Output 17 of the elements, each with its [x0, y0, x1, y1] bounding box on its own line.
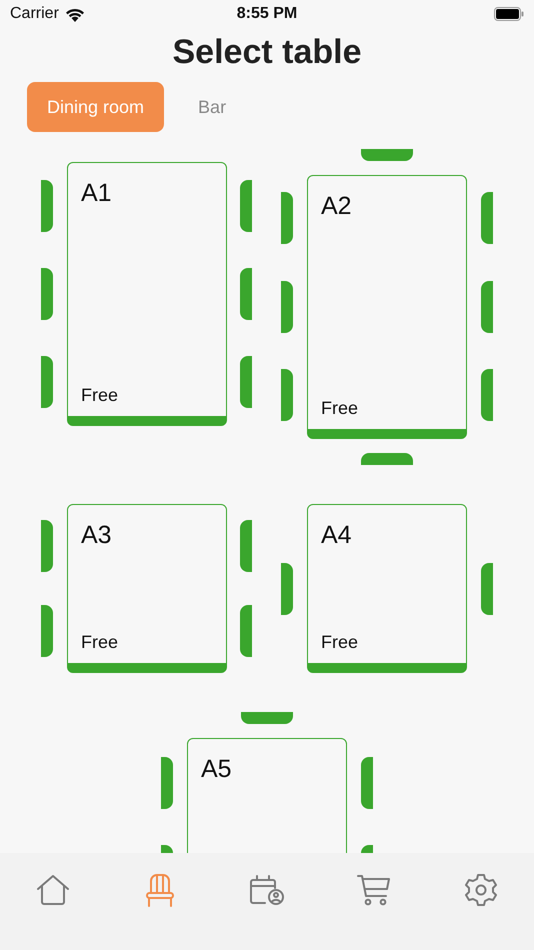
- table-card[interactable]: A1 Free: [67, 162, 227, 426]
- table-status: Free: [81, 385, 118, 406]
- carrier-label: Carrier: [10, 5, 59, 23]
- table-card[interactable]: A2 Free: [307, 175, 467, 439]
- table-card[interactable]: A5: [187, 738, 347, 853]
- table-name: A2: [321, 192, 352, 221]
- table-name: A1: [81, 179, 112, 208]
- table-name: A5: [201, 755, 232, 784]
- table-status: Free: [81, 632, 118, 653]
- page-title: Select table: [172, 32, 362, 73]
- table-card[interactable]: A4 Free: [307, 504, 467, 673]
- table-name: A4: [321, 521, 352, 550]
- clock-time: 8:55 PM: [236, 5, 298, 23]
- table-card[interactable]: A3 Free: [67, 504, 227, 673]
- table-status: Free: [321, 632, 358, 653]
- table-name: A3: [81, 521, 112, 550]
- table-status: Free: [321, 398, 358, 419]
